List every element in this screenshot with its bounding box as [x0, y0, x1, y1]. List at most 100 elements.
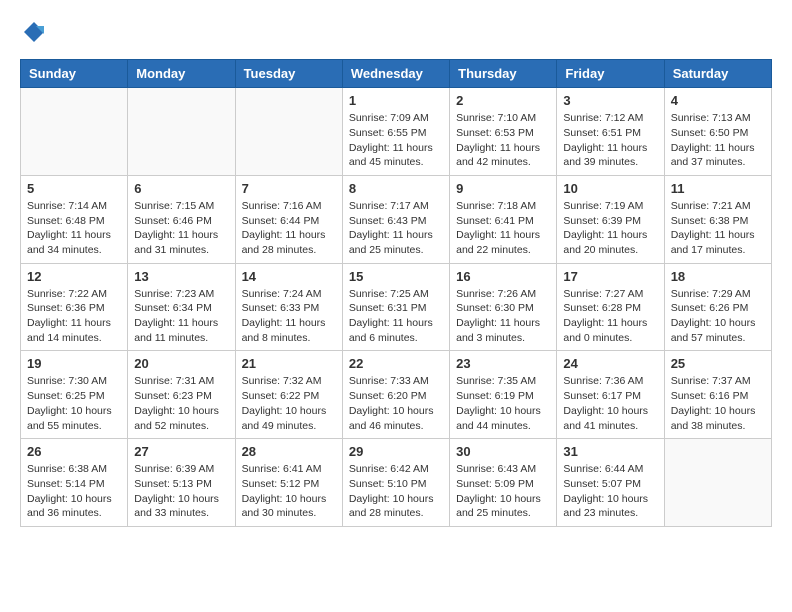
weekday-header: Wednesday	[342, 60, 449, 88]
day-info: Sunrise: 7:27 AM Sunset: 6:28 PM Dayligh…	[563, 287, 657, 346]
day-number: 31	[563, 444, 657, 459]
calendar-cell: 27 Sunrise: 6:39 AM Sunset: 5:13 PM Dayli…	[128, 439, 235, 527]
calendar-cell: 26Sunrise: 6:38 AM Sunset: 5:14 PM Dayli…	[21, 439, 128, 527]
weekday-header: Sunday	[21, 60, 128, 88]
calendar-cell: 22 Sunrise: 7:33 AM Sunset: 6:20 PM Dayli…	[342, 351, 449, 439]
calendar-cell: 16 Sunrise: 7:26 AM Sunset: 6:30 PM Dayli…	[450, 263, 557, 351]
calendar-cell: 21Sunrise: 7:32 AM Sunset: 6:22 PM Dayli…	[235, 351, 342, 439]
calendar-cell: 18 Sunrise: 7:29 AM Sunset: 6:26 PM Dayli…	[664, 263, 771, 351]
day-info: Sunrise: 7:32 AM Sunset: 6:22 PM Dayligh…	[242, 374, 336, 433]
day-number: 20	[134, 356, 228, 371]
day-number: 6	[134, 181, 228, 196]
day-number: 8	[349, 181, 443, 196]
calendar-cell: 5 Sunrise: 7:14 AM Sunset: 6:48 PM Daylig…	[21, 175, 128, 263]
day-number: 27	[134, 444, 228, 459]
day-number: 18	[671, 269, 765, 284]
day-number: 16	[456, 269, 550, 284]
weekday-header: Thursday	[450, 60, 557, 88]
calendar-cell	[664, 439, 771, 527]
day-number: 28	[242, 444, 336, 459]
calendar-cell: 19Sunrise: 7:30 AM Sunset: 6:25 PM Dayli…	[21, 351, 128, 439]
day-number: 30	[456, 444, 550, 459]
day-info: Sunrise: 7:16 AM Sunset: 6:44 PM Dayligh…	[242, 199, 336, 258]
calendar-cell	[235, 88, 342, 176]
day-number: 3	[563, 93, 657, 108]
weekday-header: Friday	[557, 60, 664, 88]
weekday-header: Tuesday	[235, 60, 342, 88]
day-number: 23	[456, 356, 550, 371]
calendar-week-row: 19Sunrise: 7:30 AM Sunset: 6:25 PM Dayli…	[21, 351, 772, 439]
calendar-cell: 10Sunrise: 7:19 AM Sunset: 6:39 PM Dayli…	[557, 175, 664, 263]
calendar-cell: 30 Sunrise: 6:43 AM Sunset: 5:09 PM Dayli…	[450, 439, 557, 527]
day-number: 9	[456, 181, 550, 196]
day-info: Sunrise: 7:13 AM Sunset: 6:50 PM Dayligh…	[671, 111, 765, 170]
day-number: 7	[242, 181, 336, 196]
calendar-week-row: 1Sunrise: 7:09 AM Sunset: 6:55 PM Daylig…	[21, 88, 772, 176]
day-number: 15	[349, 269, 443, 284]
calendar-cell: 11 Sunrise: 7:21 AM Sunset: 6:38 PM Dayli…	[664, 175, 771, 263]
calendar-cell: 12Sunrise: 7:22 AM Sunset: 6:36 PM Dayli…	[21, 263, 128, 351]
calendar-cell: 15Sunrise: 7:25 AM Sunset: 6:31 PM Dayli…	[342, 263, 449, 351]
calendar-cell: 4 Sunrise: 7:13 AM Sunset: 6:50 PM Daylig…	[664, 88, 771, 176]
calendar-cell: 1Sunrise: 7:09 AM Sunset: 6:55 PM Daylig…	[342, 88, 449, 176]
calendar-cell: 3 Sunrise: 7:12 AM Sunset: 6:51 PM Daylig…	[557, 88, 664, 176]
day-number: 29	[349, 444, 443, 459]
calendar-cell: 24Sunrise: 7:36 AM Sunset: 6:17 PM Dayli…	[557, 351, 664, 439]
calendar-cell: 23 Sunrise: 7:35 AM Sunset: 6:19 PM Dayli…	[450, 351, 557, 439]
calendar-cell: 6 Sunrise: 7:15 AM Sunset: 6:46 PM Daylig…	[128, 175, 235, 263]
day-number: 17	[563, 269, 657, 284]
day-number: 2	[456, 93, 550, 108]
day-info: Sunrise: 6:44 AM Sunset: 5:07 PM Dayligh…	[563, 462, 657, 521]
day-info: Sunrise: 7:22 AM Sunset: 6:36 PM Dayligh…	[27, 287, 121, 346]
day-number: 4	[671, 93, 765, 108]
calendar-header-row: SundayMondayTuesdayWednesdayThursdayFrid…	[21, 60, 772, 88]
day-info: Sunrise: 7:12 AM Sunset: 6:51 PM Dayligh…	[563, 111, 657, 170]
day-info: Sunrise: 7:21 AM Sunset: 6:38 PM Dayligh…	[671, 199, 765, 258]
day-info: Sunrise: 7:19 AM Sunset: 6:39 PM Dayligh…	[563, 199, 657, 258]
calendar-cell: 17 Sunrise: 7:27 AM Sunset: 6:28 PM Dayli…	[557, 263, 664, 351]
calendar-cell: 14 Sunrise: 7:24 AM Sunset: 6:33 PM Dayli…	[235, 263, 342, 351]
calendar-table: SundayMondayTuesdayWednesdayThursdayFrid…	[20, 59, 772, 527]
day-info: Sunrise: 7:23 AM Sunset: 6:34 PM Dayligh…	[134, 287, 228, 346]
day-number: 22	[349, 356, 443, 371]
day-info: Sunrise: 7:37 AM Sunset: 6:16 PM Dayligh…	[671, 374, 765, 433]
day-info: Sunrise: 7:33 AM Sunset: 6:20 PM Dayligh…	[349, 374, 443, 433]
day-info: Sunrise: 7:35 AM Sunset: 6:19 PM Dayligh…	[456, 374, 550, 433]
calendar-cell: 20 Sunrise: 7:31 AM Sunset: 6:23 PM Dayli…	[128, 351, 235, 439]
day-info: Sunrise: 7:10 AM Sunset: 6:53 PM Dayligh…	[456, 111, 550, 170]
calendar-cell: 7 Sunrise: 7:16 AM Sunset: 6:44 PM Daylig…	[235, 175, 342, 263]
page-header	[20, 20, 772, 49]
day-info: Sunrise: 7:09 AM Sunset: 6:55 PM Dayligh…	[349, 111, 443, 170]
calendar-cell: 25 Sunrise: 7:37 AM Sunset: 6:16 PM Dayli…	[664, 351, 771, 439]
day-info: Sunrise: 7:15 AM Sunset: 6:46 PM Dayligh…	[134, 199, 228, 258]
calendar-cell	[128, 88, 235, 176]
day-number: 14	[242, 269, 336, 284]
day-info: Sunrise: 7:36 AM Sunset: 6:17 PM Dayligh…	[563, 374, 657, 433]
weekday-header: Saturday	[664, 60, 771, 88]
calendar-cell: 31 Sunrise: 6:44 AM Sunset: 5:07 PM Dayli…	[557, 439, 664, 527]
day-number: 11	[671, 181, 765, 196]
day-info: Sunrise: 7:31 AM Sunset: 6:23 PM Dayligh…	[134, 374, 228, 433]
calendar-cell: 13 Sunrise: 7:23 AM Sunset: 6:34 PM Dayli…	[128, 263, 235, 351]
calendar-cell: 9 Sunrise: 7:18 AM Sunset: 6:41 PM Daylig…	[450, 175, 557, 263]
day-info: Sunrise: 7:24 AM Sunset: 6:33 PM Dayligh…	[242, 287, 336, 346]
day-info: Sunrise: 6:43 AM Sunset: 5:09 PM Dayligh…	[456, 462, 550, 521]
calendar-cell: 8 Sunrise: 7:17 AM Sunset: 6:43 PM Daylig…	[342, 175, 449, 263]
day-number: 5	[27, 181, 121, 196]
day-info: Sunrise: 7:17 AM Sunset: 6:43 PM Dayligh…	[349, 199, 443, 258]
calendar-week-row: 5 Sunrise: 7:14 AM Sunset: 6:48 PM Daylig…	[21, 175, 772, 263]
day-info: Sunrise: 7:18 AM Sunset: 6:41 PM Dayligh…	[456, 199, 550, 258]
calendar-cell	[21, 88, 128, 176]
calendar-week-row: 12Sunrise: 7:22 AM Sunset: 6:36 PM Dayli…	[21, 263, 772, 351]
calendar-cell: 2 Sunrise: 7:10 AM Sunset: 6:53 PM Daylig…	[450, 88, 557, 176]
logo	[20, 20, 46, 49]
calendar-cell: 28Sunrise: 6:41 AM Sunset: 5:12 PM Dayli…	[235, 439, 342, 527]
day-number: 25	[671, 356, 765, 371]
day-info: Sunrise: 7:29 AM Sunset: 6:26 PM Dayligh…	[671, 287, 765, 346]
day-number: 19	[27, 356, 121, 371]
day-info: Sunrise: 6:39 AM Sunset: 5:13 PM Dayligh…	[134, 462, 228, 521]
day-number: 13	[134, 269, 228, 284]
day-info: Sunrise: 7:14 AM Sunset: 6:48 PM Dayligh…	[27, 199, 121, 258]
calendar-week-row: 26Sunrise: 6:38 AM Sunset: 5:14 PM Dayli…	[21, 439, 772, 527]
day-info: Sunrise: 7:26 AM Sunset: 6:30 PM Dayligh…	[456, 287, 550, 346]
